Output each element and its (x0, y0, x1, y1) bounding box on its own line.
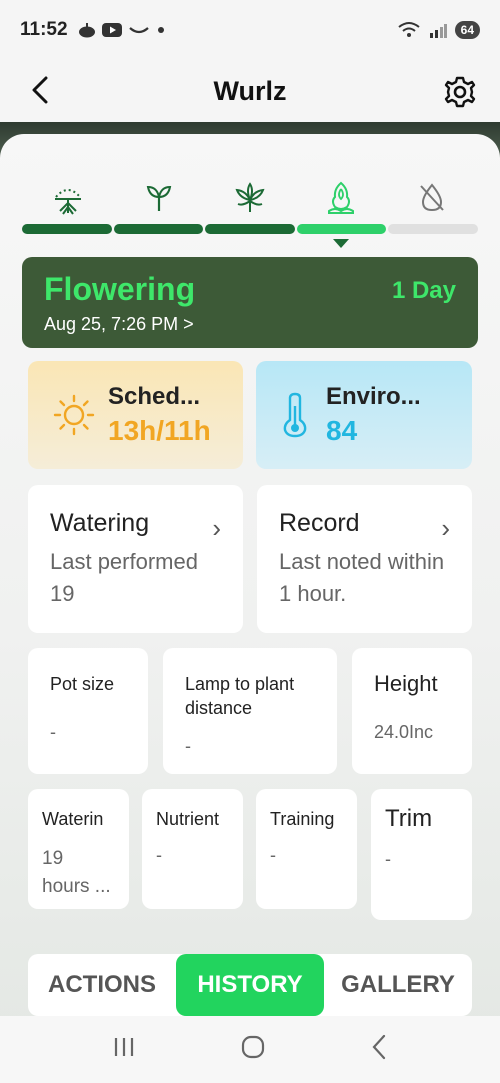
wifi-icon (398, 22, 420, 37)
trim-card[interactable]: Trim - (371, 789, 472, 920)
height-card[interactable]: Height 24.0Inc (352, 648, 472, 774)
amazon-icon (128, 27, 149, 34)
stage-vegetative[interactable] (204, 178, 295, 218)
page-title: Wurlz (213, 75, 287, 106)
nutrient-card[interactable]: Nutrient - (142, 789, 243, 909)
record-title: Record (279, 509, 360, 537)
schedule-title: Sched... (108, 383, 201, 410)
sun-icon (46, 393, 102, 437)
watering-card[interactable]: Watering › Last performed 19 (28, 485, 243, 633)
schedule-card[interactable]: Sched... 13h/11h (28, 361, 243, 469)
seedling-icon (146, 185, 172, 211)
home-icon (241, 1035, 265, 1059)
training-card[interactable]: Training - (256, 789, 357, 909)
nutrient-title: Nutrient (156, 809, 220, 829)
height-title: Height (374, 671, 438, 696)
lamp-distance-title: Lamp to plant distance (185, 674, 295, 718)
pot-size-title: Pot size (50, 674, 115, 694)
app-notification-icon (78, 23, 95, 38)
current-stage-card[interactable]: Flowering 1 Day Aug 25, 7:26 PM > (22, 257, 478, 348)
stage-flowering[interactable] (296, 178, 387, 218)
tab-bar: ACTIONS HISTORY GALLERY (28, 954, 472, 1016)
tab-actions[interactable]: ACTIONS (28, 954, 176, 1016)
environment-title: Enviro... (326, 383, 421, 410)
signal-icon (429, 24, 447, 38)
watering-history-value: 19 hours ... (42, 848, 111, 897)
pot-size-card[interactable]: Pot size - (28, 648, 148, 774)
stage-germination[interactable] (22, 178, 113, 218)
vegetative-icon (235, 182, 265, 212)
back-button[interactable] (24, 74, 56, 106)
stage-duration: 1 Day (391, 277, 456, 304)
system-nav-bar (0, 1016, 500, 1083)
battery-indicator: 64 (454, 21, 480, 39)
progress-segment (22, 224, 112, 234)
watering-title: Watering (50, 509, 150, 537)
lamp-distance-value: - (185, 736, 191, 756)
recent-apps-icon (114, 1038, 134, 1056)
stage-progress-bar (22, 224, 478, 234)
tab-history[interactable]: HISTORY (176, 954, 324, 1016)
chevron-right-icon: › (441, 513, 450, 543)
stage-harvest[interactable] (387, 178, 478, 218)
pot-size-value: - (50, 722, 56, 742)
schedule-value: 13h/11h (108, 415, 211, 446)
trim-value: - (385, 849, 391, 869)
environment-card[interactable]: Enviro... 84 (256, 361, 472, 469)
thermometer-icon (270, 392, 320, 438)
settings-button[interactable] (442, 74, 478, 110)
back-arrow-icon (32, 76, 48, 104)
watering-history-card[interactable]: Waterin 19 hours ... (28, 789, 129, 909)
progress-segment (205, 224, 295, 234)
height-value: 24.0Inc (374, 722, 434, 742)
tab-gallery[interactable]: GALLERY (324, 954, 472, 1016)
back-icon (372, 1034, 386, 1060)
system-icons: 64 (397, 21, 480, 39)
chevron-right-icon: › (212, 513, 221, 543)
training-title: Training (270, 809, 335, 829)
progress-segment-active (296, 224, 387, 234)
watering-history-title: Waterin (42, 809, 104, 829)
stage-seedling[interactable] (113, 178, 204, 218)
training-value: - (270, 845, 276, 865)
home-button[interactable] (240, 1034, 266, 1065)
trim-title: Trim (385, 805, 433, 832)
dot-icon (157, 27, 164, 33)
app-header: Wurlz (0, 60, 500, 122)
stage-icons (22, 178, 478, 218)
progress-segment (113, 224, 204, 234)
lamp-distance-card[interactable]: Lamp to plant distance - (163, 648, 337, 774)
system-back-button[interactable] (370, 1034, 388, 1065)
watering-subtitle: Last performed 19 (50, 549, 198, 606)
gear-icon (444, 76, 476, 108)
nutrient-value: - (156, 845, 162, 865)
youtube-icon (101, 23, 122, 37)
harvest-icon (420, 183, 445, 212)
flowering-icon (328, 181, 355, 214)
status-bar: 11:52 64 (0, 0, 500, 60)
notification-icons (78, 22, 166, 38)
status-time: 11:52 (20, 19, 68, 40)
stage-date-link[interactable]: Aug 25, 7:26 PM > (44, 314, 456, 335)
progress-segment (388, 224, 478, 234)
recent-apps-button[interactable] (112, 1036, 136, 1063)
record-subtitle: Last noted within 1 hour. (279, 549, 445, 606)
record-card[interactable]: Record › Last noted within 1 hour. (257, 485, 472, 633)
active-stage-pointer (333, 239, 349, 248)
environment-value: 84 (326, 415, 358, 446)
germination-icon (54, 189, 81, 215)
